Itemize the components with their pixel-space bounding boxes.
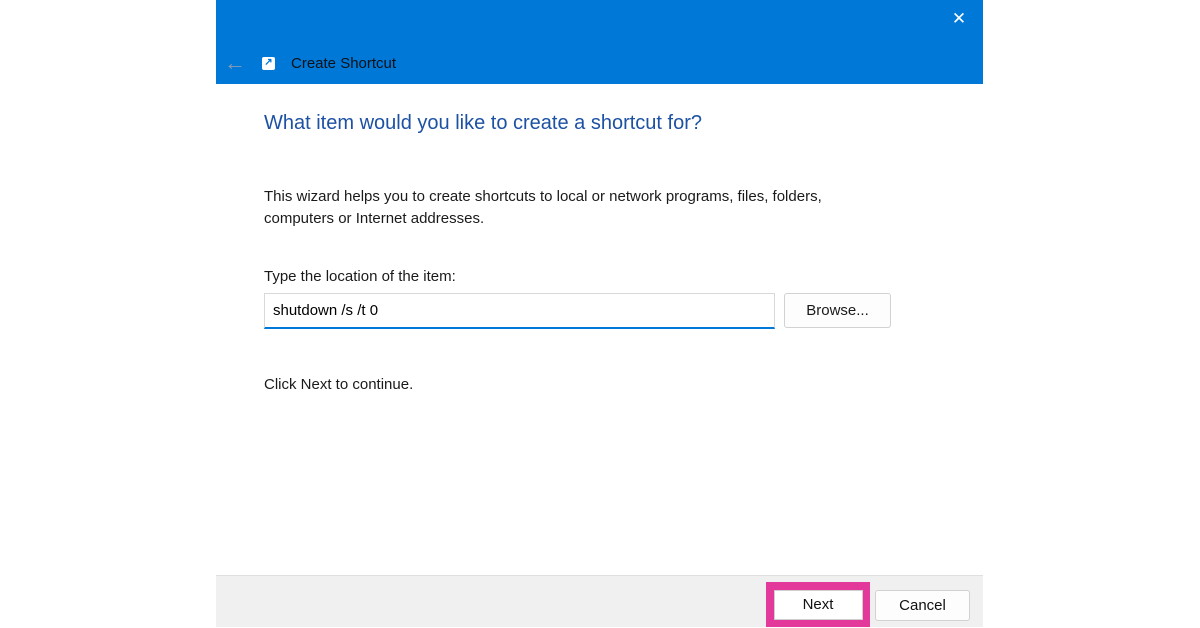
- cancel-button[interactable]: Cancel: [875, 590, 970, 621]
- create-shortcut-dialog: ✕ ← ↗ Create Shortcut What item would yo…: [216, 0, 983, 627]
- title-bar: ✕ ← ↗ Create Shortcut: [216, 0, 983, 84]
- dialog-body: What item would you like to create a sho…: [216, 84, 983, 575]
- browse-button[interactable]: Browse...: [784, 293, 891, 328]
- window-title: Create Shortcut: [291, 55, 396, 72]
- back-icon[interactable]: ←: [216, 54, 254, 72]
- title-bar-row: ← ↗ Create Shortcut: [216, 54, 983, 72]
- page-title: What item would you like to create a sho…: [264, 112, 702, 135]
- footer-bar: Next Cancel: [216, 575, 983, 627]
- location-input[interactable]: [264, 293, 775, 329]
- next-instruction: Click Next to continue.: [264, 376, 413, 393]
- shortcut-overlay-icon: ↗: [262, 57, 275, 70]
- next-button[interactable]: Next: [774, 590, 863, 620]
- next-button-highlight: Next: [766, 582, 870, 627]
- wizard-description: This wizard helps you to create shortcut…: [264, 186, 879, 230]
- close-icon[interactable]: ✕: [947, 6, 971, 30]
- location-label: Type the location of the item:: [264, 268, 456, 285]
